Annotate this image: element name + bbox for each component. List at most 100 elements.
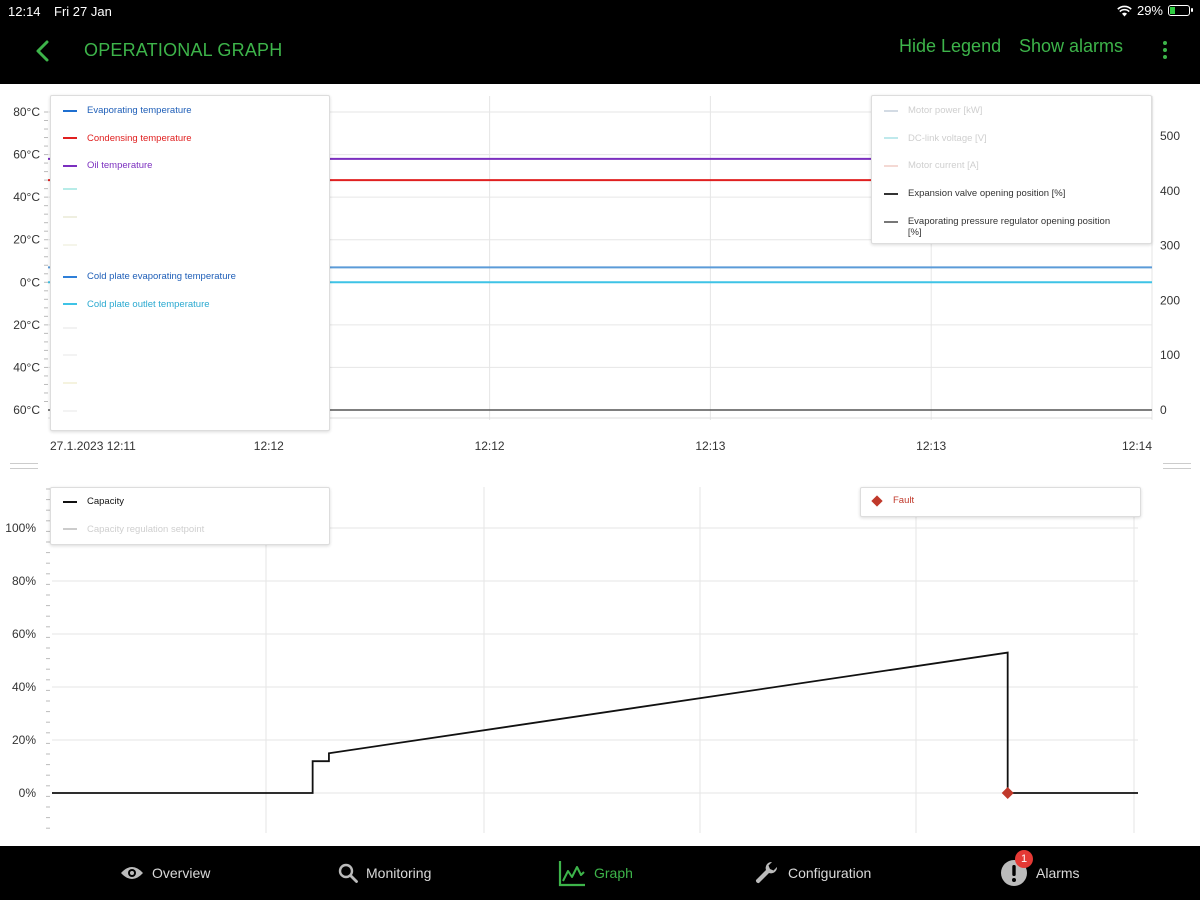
legend-swatch xyxy=(63,275,77,278)
legend-label: Evaporating pressure regulator opening p… xyxy=(907,215,1111,238)
legend-label: Fault xyxy=(893,495,915,506)
left-axis-tick-label: 0°C xyxy=(20,275,40,289)
legend-item[interactable]: Cold plate evaporating temperature xyxy=(63,271,236,282)
fault-legend-item[interactable]: Fault xyxy=(871,494,915,507)
secondary-axis-legend: Motor power [kW] DC-link voltage [V] Motor… xyxy=(871,95,1152,244)
temperature-legend: Evaporating temperature Condensing temper… xyxy=(50,95,330,431)
nav-alarms[interactable]: Alarms xyxy=(1000,846,1080,900)
nav-monitoring-label: Monitoring xyxy=(366,865,432,881)
legend-item[interactable] xyxy=(63,354,87,357)
x-axis-tick-label: 12:14 xyxy=(1122,439,1152,453)
chevron-left-icon[interactable] xyxy=(32,38,54,64)
legend-label: Expansion valve opening position [%] xyxy=(908,188,1066,200)
battery-percent: 29% xyxy=(1136,3,1163,18)
fault-marker xyxy=(1001,787,1014,799)
legend-label: Oil temperature xyxy=(87,160,153,172)
legend-item[interactable]: Condensing temperature xyxy=(63,133,192,144)
y-axis-tick-label: 100% xyxy=(5,521,36,535)
legend-swatch xyxy=(63,164,77,167)
nav-configuration-label: Configuration xyxy=(788,865,872,881)
legend-swatch xyxy=(63,382,77,384)
right-axis-tick-label: 500 xyxy=(1160,129,1180,143)
y-axis-tick-label: 60% xyxy=(12,627,36,641)
legend-label: DC-link voltage [V] xyxy=(908,132,987,144)
diamond-icon xyxy=(871,494,883,507)
x-axis-tick-label: 12:12 xyxy=(254,439,284,453)
hide-legend-button[interactable]: Hide Legend xyxy=(899,36,1001,57)
legend-swatch xyxy=(63,409,77,412)
nav-graph[interactable]: Graph xyxy=(558,846,633,900)
app-header: OPERATIONAL GRAPH Hide Legend Show alarm… xyxy=(0,24,1200,84)
legend-label: Motor current [A] xyxy=(908,160,979,172)
legend-swatch xyxy=(63,500,77,503)
legend-item[interactable] xyxy=(63,215,87,218)
legend-item[interactable]: Evaporating temperature xyxy=(63,105,192,116)
capacity-line xyxy=(52,651,1138,794)
y-axis-tick-label: 80% xyxy=(12,574,36,588)
legend-swatch xyxy=(63,188,77,191)
legend-item[interactable] xyxy=(63,243,87,246)
x-axis-tick-label: 27.1.2023 12:11 xyxy=(50,439,136,453)
fault-legend: Fault xyxy=(860,487,1141,517)
wrench-icon xyxy=(755,861,778,884)
left-axis-tick-label: 20°C xyxy=(13,233,40,247)
legend-item-secondary[interactable]: Motor current [A] xyxy=(884,160,979,171)
legend-label: Motor power [kW] xyxy=(908,105,983,116)
legend-label: Condensing temperature xyxy=(87,132,192,144)
legend-item[interactable] xyxy=(63,382,87,384)
legend-item-secondary[interactable]: Motor power [kW] xyxy=(884,105,982,116)
right-axis-tick-label: 200 xyxy=(1160,293,1180,307)
page-title: OPERATIONAL GRAPH xyxy=(84,40,283,60)
battery-icon xyxy=(1168,5,1193,16)
legend-item[interactable] xyxy=(63,409,87,412)
status-date: Fri 27 Jan xyxy=(54,4,112,19)
legend-label: Cold plate outlet temperature xyxy=(87,298,210,310)
search-icon xyxy=(338,863,358,883)
y-axis-tick-label: 0% xyxy=(19,786,37,800)
left-axis-tick-label: 60°C xyxy=(13,148,40,162)
capacity-legend-item[interactable]: Capacity xyxy=(63,496,124,507)
nav-overview-label: Overview xyxy=(152,865,211,881)
left-axis-tick-label: 40°C xyxy=(13,360,40,374)
y-axis-tick-label: 20% xyxy=(12,733,36,747)
y-axis-tick-label: 40% xyxy=(12,680,36,694)
nav-configuration[interactable]: Configuration xyxy=(754,846,871,900)
legend-item[interactable] xyxy=(63,326,87,329)
legend-item[interactable]: Oil temperature xyxy=(63,160,152,171)
nav-monitoring[interactable]: Monitoring xyxy=(338,846,431,900)
legend-swatch xyxy=(884,220,898,223)
left-axis-tick-label: 20°C xyxy=(13,318,40,332)
legend-label: Evaporating temperature xyxy=(87,105,192,116)
legend-item-secondary[interactable]: Evaporating pressure regulator opening p… xyxy=(884,216,1124,238)
legend-swatch xyxy=(884,192,898,195)
more-vertical-icon[interactable] xyxy=(1156,38,1174,66)
status-time: 12:14 xyxy=(8,4,41,19)
legend-item-secondary[interactable]: DC-link voltage [V] xyxy=(884,133,987,144)
legend-swatch xyxy=(884,137,898,140)
legend-swatch xyxy=(884,164,898,167)
right-axis-tick-label: 300 xyxy=(1160,239,1180,253)
legend-swatch xyxy=(884,109,898,112)
legend-swatch xyxy=(63,215,77,218)
left-axis-tick-label: 60°C xyxy=(13,403,40,417)
capacity-legend-item[interactable]: Capacity regulation setpoint xyxy=(63,524,204,535)
nav-overview[interactable]: Overview xyxy=(120,846,210,900)
nav-alarms-label: Alarms xyxy=(1036,865,1080,881)
legend-item[interactable]: Cold plate outlet temperature xyxy=(63,299,210,310)
legend-swatch xyxy=(63,137,77,140)
show-alarms-button[interactable]: Show alarms xyxy=(1019,36,1123,57)
legend-swatch xyxy=(63,528,77,530)
legend-item[interactable] xyxy=(63,188,87,191)
legend-item-secondary[interactable]: Expansion valve opening position [%] xyxy=(884,188,1065,199)
x-axis-tick-label: 12:12 xyxy=(475,439,505,453)
x-axis-tick-label: 12:13 xyxy=(916,439,946,453)
legend-label: Capacity xyxy=(87,496,124,507)
legend-label: Cold plate evaporating temperature xyxy=(87,271,236,283)
x-axis-tick-label: 12:13 xyxy=(695,439,725,453)
legend-swatch xyxy=(63,109,77,112)
graph-icon xyxy=(558,861,585,887)
legend-swatch xyxy=(63,326,77,329)
chart-resize-handle[interactable] xyxy=(10,463,38,469)
chart-resize-handle-right[interactable] xyxy=(1163,463,1191,469)
right-axis-tick-label: 100 xyxy=(1160,348,1180,362)
